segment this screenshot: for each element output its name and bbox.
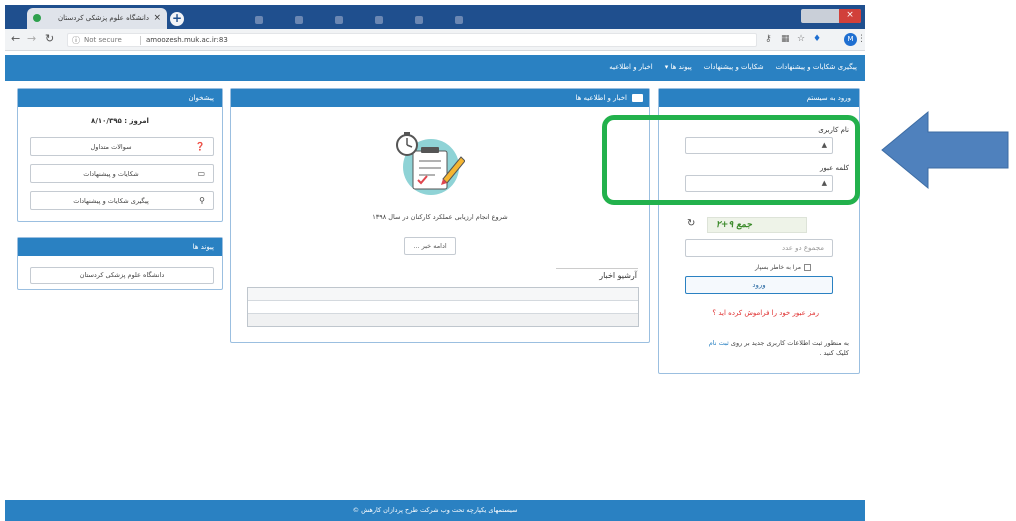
tab-title: دانشگاه علوم پزشکی کردستان [58,14,149,22]
menu-dots-icon[interactable]: ⋮ [857,33,866,45]
url-input[interactable]: ⓘ Not secure amoozesh.muk.ac.ir:83 [67,33,757,47]
tab-blurred[interactable] [335,16,343,24]
complaints-label: شکایات و پیشنهادات [83,170,139,178]
favicon-icon [33,14,41,22]
forward-arrow-icon[interactable]: → [27,33,36,45]
site-navbar: اخبار و اطلاعیه پیوند ها ▾ شکایات و پیشن… [5,55,865,81]
login-panel-header: ورود به سیستم [659,89,859,107]
complaints-button[interactable]: ▭ شکایات و پیشنهادات [30,164,214,183]
tab-active[interactable]: دانشگاه علوم پزشکی کردستان × [27,8,167,29]
star-icon[interactable]: ☆ [797,33,805,45]
profile-avatar[interactable]: M [844,33,857,46]
news-archive-title: آرشیو اخبار [599,271,637,280]
captcha-image: جمع ۹+۲ [707,217,807,233]
security-label: Not secure [84,36,122,44]
faq-label: سوالات متداول [90,143,132,151]
captcha-sum-input[interactable]: مجموع دو عدد [685,239,833,257]
news-panel-header: اخبار و اطلاعیه ها [231,89,649,107]
complaint-tracking-label: پیگیری شکایات و پیشنهادات [73,197,149,205]
register-text-2: کلیک کنید . [819,349,849,357]
tab-blurred[interactable] [375,16,383,24]
table-row[interactable] [248,314,638,326]
complaint-tracking-button[interactable]: ⚲ پیگیری شکایات و پیشنهادات [30,191,214,210]
tab-blurred[interactable] [255,16,263,24]
captcha-refresh-icon[interactable]: ↻ [687,218,695,229]
remember-me-label: مرا به خاطر بسپار [755,264,801,271]
highlight-annotation [602,115,860,205]
faq-button[interactable]: ❓ سوالات متداول [30,137,214,156]
university-link[interactable]: دانشگاه علوم پزشکی کردستان [30,267,214,284]
news-panel: اخبار و اطلاعیه ها شروع انجام ارزیابی عم… [230,88,650,343]
browser-window: دانشگاه علوم پزشکی کردستان × + × ← → ↻ ⓘ… [5,0,866,521]
divider [556,268,638,269]
pointer-arrow-annotation [881,110,1009,190]
nav-complaints[interactable]: شکایات و پیشنهادات [704,63,764,71]
new-tab-button[interactable]: + [170,12,184,26]
links-panel-header: پیوند ها [18,238,222,256]
register-link[interactable]: ثبت نام [709,339,729,347]
news-archive-table [247,287,639,327]
nav-complaint-tracking[interactable]: پیگیری شکایات و پیشنهادات [776,63,857,71]
dashboard-panel-header: پیشخوان [18,89,222,107]
extension-icon[interactable]: ♦ [813,33,821,45]
captcha-text: جمع ۹+۲ [716,220,752,230]
dashboard-panel: پیشخوان امروز : ۸/۱۰/۳۹۵ ❓ سوالات متداول… [17,88,223,222]
separator [140,36,141,45]
window-controls: × [801,9,861,23]
search-icon: ⚲ [199,196,205,205]
translate-icon[interactable]: ▦ [781,33,790,45]
tab-blurred[interactable] [295,16,303,24]
forgot-password-link[interactable]: رمز عبور خود را فراموش کرده اید ؟ [712,309,819,317]
key-icon[interactable]: ⚷ [765,33,772,45]
site-footer: سیستمهای یکپارچه تحت وب شرکت طرح پردازان… [5,500,865,521]
window-close-button[interactable]: × [839,9,861,23]
news-panel-title: اخبار و اطلاعیه ها [575,94,627,102]
links-panel: پیوند ها دانشگاه علوم پزشکی کردستان [17,237,223,290]
register-text: به منظور ثبت اطلاعات کاربری جدید بر روی … [699,338,849,358]
read-more-button[interactable]: ادامه خبر ... [404,237,456,255]
captcha-sum-placeholder: مجموع دو عدد [781,244,824,252]
nav-news[interactable]: اخبار و اطلاعیه [609,63,652,71]
table-row[interactable] [248,301,638,314]
nav-links[interactable]: پیوند ها ▾ [665,63,692,71]
table-row[interactable] [248,288,638,301]
back-arrow-icon[interactable]: ← [11,33,20,45]
register-text-1: به منظور ثبت اطلاعات کاربری جدید بر روی [730,339,849,347]
login-button[interactable]: ورود [685,276,833,294]
comments-icon: ▭ [197,169,205,178]
tab-bar: دانشگاه علوم پزشکی کردستان × + × [5,5,865,29]
tab-blurred[interactable] [455,16,463,24]
reload-icon[interactable]: ↻ [45,33,54,45]
evaluation-illustration [396,132,465,195]
url-text: amoozesh.muk.ac.ir:83 [146,36,228,44]
news-item-text: شروع انجام ارزیابی عملکرد کارکنان در سال… [372,213,508,221]
tab-blurred[interactable] [415,16,423,24]
newspaper-icon [632,94,643,102]
remember-me[interactable]: مرا به خاطر بسپار [755,264,811,271]
info-circle-icon[interactable]: ⓘ [72,35,80,46]
question-icon: ❓ [195,142,205,151]
address-bar: ← → ↻ ⓘ Not secure amoozesh.muk.ac.ir:83… [5,29,866,51]
today-date: امروز : ۸/۱۰/۳۹۵ [91,117,149,125]
remember-me-checkbox[interactable] [804,264,811,271]
tab-close-icon[interactable]: × [153,13,161,23]
